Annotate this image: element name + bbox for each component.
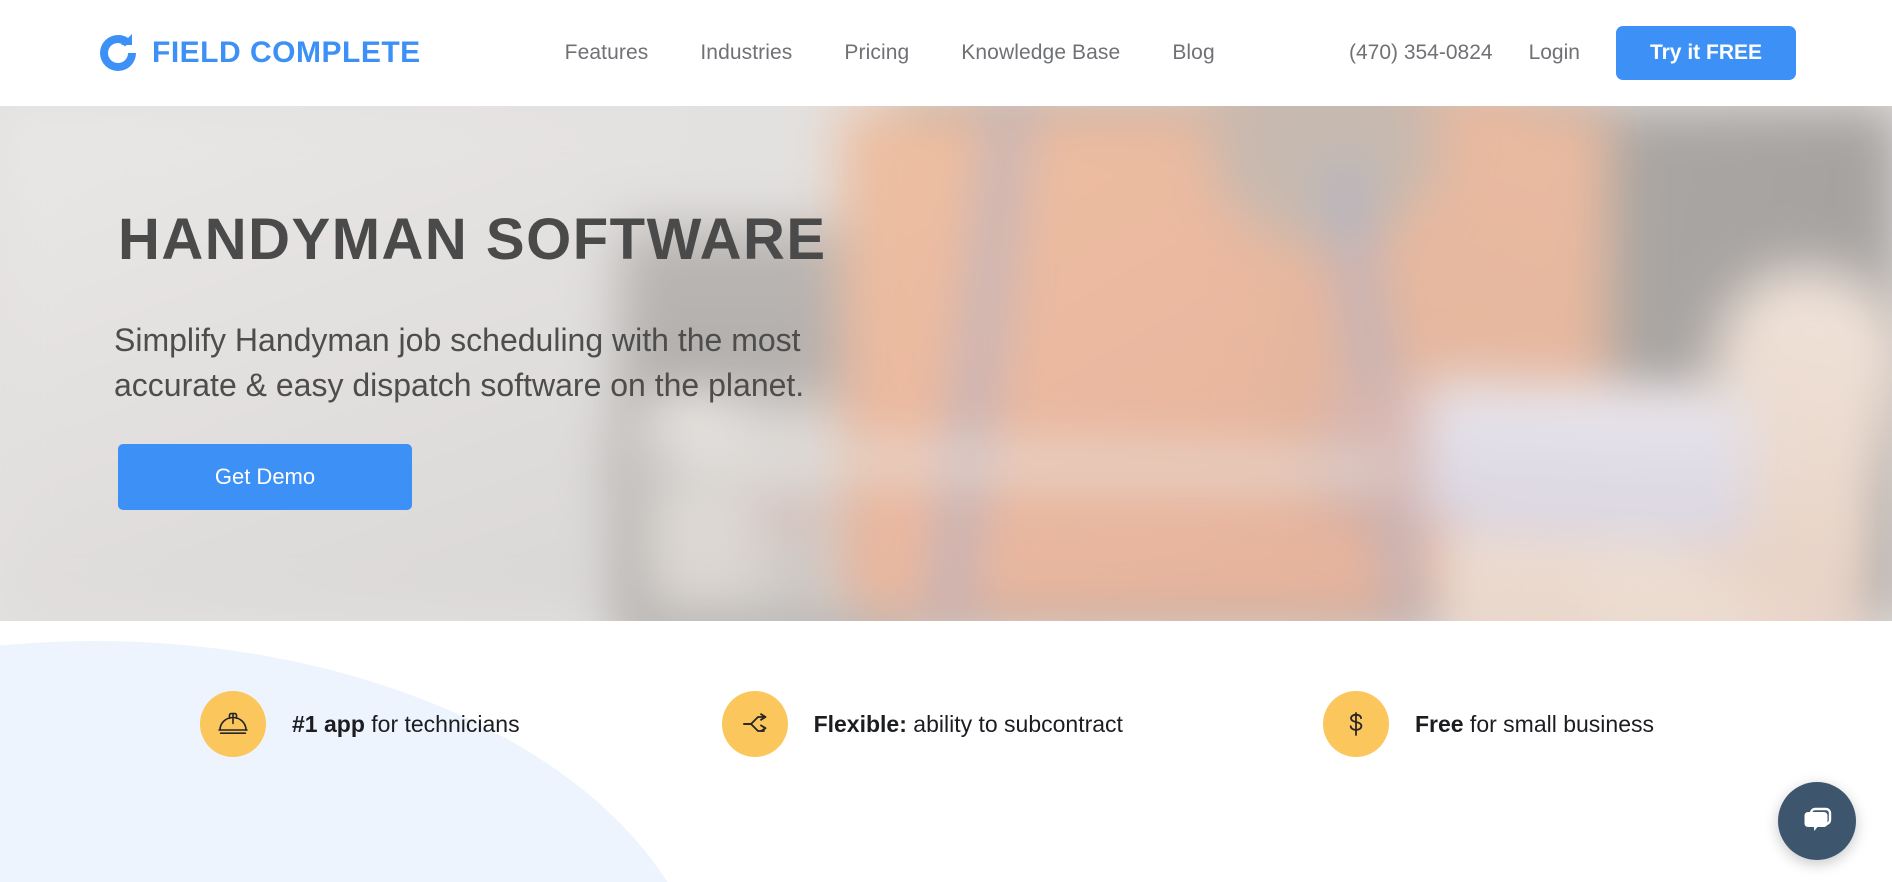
chat-widget-button[interactable] [1778, 782, 1856, 860]
feature-bold-flexible: Flexible: [813, 710, 907, 737]
feature-strip-section: #1 app for technicians Flexible: ability… [0, 621, 1892, 882]
feature-list: #1 app for technicians Flexible: ability… [0, 691, 1892, 757]
site-header: FIELD COMPLETE Features Industries Prici… [0, 0, 1892, 106]
page-title: HANDYMAN SOFTWARE [118, 207, 827, 272]
get-demo-button[interactable]: Get Demo [118, 444, 412, 510]
feature-bold-free: Free [1414, 710, 1464, 737]
nav-item-industries[interactable]: Industries [674, 41, 818, 65]
feature-bold-technicians: #1 app [292, 710, 365, 737]
feature-label-flexible: Flexible: ability to subcontract [814, 711, 1123, 738]
feature-rest-free: for small business [1463, 710, 1655, 737]
nav-item-blog[interactable]: Blog [1146, 41, 1240, 65]
feature-item-flexible: Flexible: ability to subcontract [721, 691, 1123, 757]
try-it-free-button[interactable]: Try it FREE [1615, 26, 1796, 80]
dollar-sign-icon [1322, 691, 1389, 757]
logo[interactable]: FIELD COMPLETE [96, 31, 421, 75]
header-actions: (470) 354-0824 Login Try it FREE [1349, 26, 1796, 80]
feature-label-free: Free for small business [1415, 711, 1654, 738]
landing-page: FIELD COMPLETE Features Industries Prici… [0, 0, 1892, 882]
refresh-circle-icon [96, 31, 140, 75]
hero-section: HANDYMAN SOFTWARE Simplify Handyman job … [0, 106, 1892, 621]
decorative-blue-shape [0, 641, 710, 882]
nav-item-knowledge-base[interactable]: Knowledge Base [935, 41, 1146, 65]
nav-item-features[interactable]: Features [539, 41, 675, 65]
login-link[interactable]: Login [1529, 41, 1580, 65]
hero-subtitle: Simplify Handyman job scheduling with th… [114, 322, 805, 403]
feature-item-technicians: #1 app for technicians [200, 691, 520, 757]
feature-rest-technicians: for technicians [364, 710, 520, 737]
feature-label-technicians: #1 app for technicians [292, 711, 520, 738]
share-branch-icon [721, 691, 788, 757]
hard-hat-icon [200, 691, 266, 757]
main-nav: Features Industries Pricing Knowledge Ba… [539, 41, 1241, 65]
logo-text: FIELD COMPLETE [152, 36, 421, 69]
chat-bubbles-icon [1797, 800, 1837, 843]
phone-link[interactable]: (470) 354-0824 [1349, 41, 1493, 65]
nav-item-pricing[interactable]: Pricing [818, 41, 935, 65]
feature-item-free: Free for small business [1322, 691, 1654, 757]
feature-rest-flexible: ability to subcontract [906, 710, 1123, 737]
